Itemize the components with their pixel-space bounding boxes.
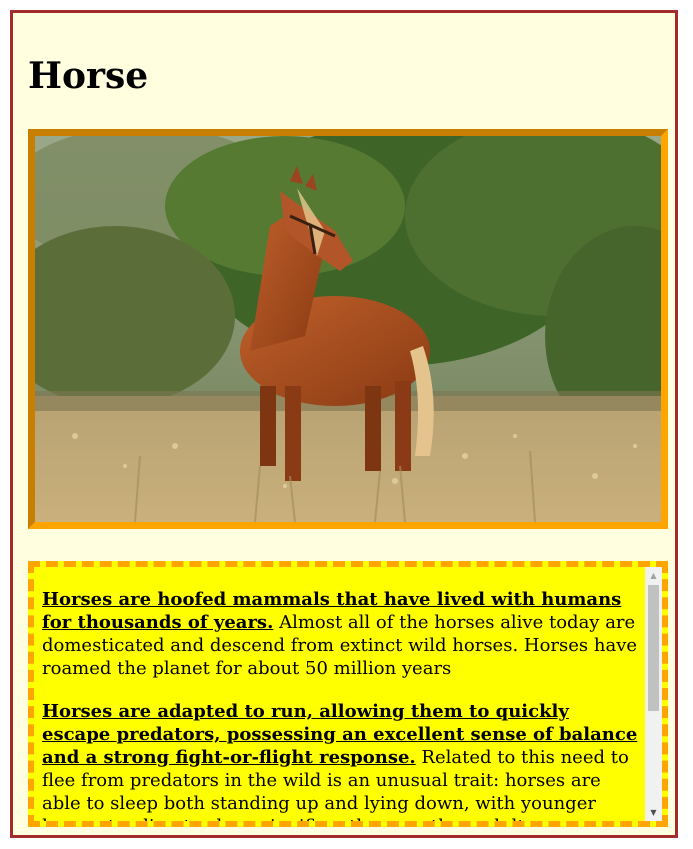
horse-image <box>28 129 668 529</box>
page-title: Horse <box>28 55 149 97</box>
paragraph-2: Horses are adapted to run, allowing them… <box>42 700 640 821</box>
vertical-scrollbar[interactable]: ▲ ▼ <box>645 567 662 821</box>
paragraph-1: Horses are hoofed mammals that have live… <box>42 588 640 680</box>
page-frame: Horse Horses are hoofed mammals that hav… <box>10 10 678 838</box>
article-text: Horses are hoofed mammals that have live… <box>42 567 640 821</box>
scroll-up-arrow-icon[interactable]: ▲ <box>645 567 662 584</box>
horse-photo <box>35 136 661 522</box>
scroll-down-arrow-icon[interactable]: ▼ <box>645 804 662 821</box>
article-box[interactable]: Horses are hoofed mammals that have live… <box>28 561 668 827</box>
scrollbar-thumb[interactable] <box>648 585 659 711</box>
